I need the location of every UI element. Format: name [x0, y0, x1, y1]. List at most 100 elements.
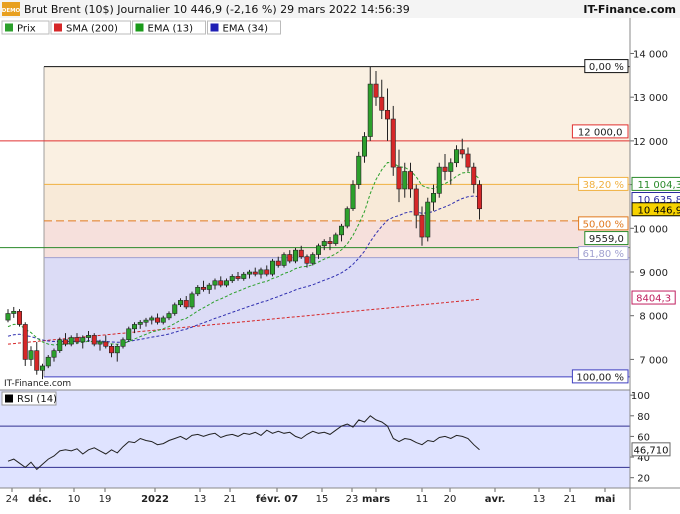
- candle-body: [459, 149, 465, 155]
- x-tick-label: 24: [6, 494, 19, 505]
- x-tick-label: 23: [346, 494, 359, 505]
- value-tag-label: 50,00 %: [583, 219, 624, 230]
- candle-body: [275, 260, 281, 266]
- candle-body: [396, 166, 402, 190]
- legend-label: SMA (200): [66, 24, 118, 35]
- chart-title: Brut Brent (10$) Journalier 10 446,9 (-2…: [24, 3, 410, 16]
- candle-body: [45, 356, 51, 367]
- candle-body: [34, 350, 40, 371]
- price-tick-label: 10 000: [633, 224, 668, 235]
- legend-swatch: [5, 23, 13, 32]
- candle-body: [436, 166, 442, 194]
- legend-swatch: [54, 23, 62, 32]
- candle-body: [321, 241, 327, 247]
- candle-body: [430, 193, 436, 203]
- candle-body: [103, 341, 109, 347]
- candle-body: [137, 321, 143, 325]
- candle-body: [68, 337, 74, 345]
- candle-body: [390, 118, 396, 168]
- x-tick-label: avr.: [485, 494, 506, 505]
- candle-body: [453, 149, 459, 164]
- candle-body: [367, 83, 373, 137]
- rsi-legend-label: RSI (14): [17, 394, 57, 405]
- legend-label: EMA (13): [148, 24, 194, 35]
- fib-zone: [44, 66, 630, 185]
- candle-body: [419, 214, 425, 238]
- x-tick-label: 10: [68, 494, 81, 505]
- candle-body: [74, 337, 80, 343]
- candle-body: [333, 234, 339, 244]
- candle-body: [91, 335, 97, 345]
- chart-svg: DEMO Brut Brent (10$) Journalier 10 446,…: [0, 0, 680, 510]
- value-tag-label: 61,80 %: [583, 249, 624, 260]
- candle-body: [402, 171, 408, 190]
- candle-body: [120, 339, 126, 347]
- candle-body: [350, 184, 356, 209]
- legend-label: Prix: [17, 24, 36, 35]
- candle-body: [304, 256, 310, 264]
- candle-body: [338, 225, 344, 236]
- candle-body: [172, 304, 178, 314]
- candle-body: [281, 254, 287, 266]
- candle-body: [5, 313, 11, 321]
- value-tag-label: 11 004,3: [638, 180, 680, 191]
- candle-body: [224, 280, 230, 286]
- price-tick-label: 14 000: [633, 49, 668, 60]
- candle-body: [39, 365, 45, 371]
- candle-body: [229, 276, 235, 282]
- candle-body: [97, 341, 103, 345]
- candle-body: [11, 311, 17, 314]
- price-tick-label: 12 000: [633, 137, 668, 148]
- candle-body: [413, 188, 419, 216]
- fibonacci-zones: [43, 66, 630, 377]
- legend-label: EMA (34): [223, 24, 269, 35]
- candle-body: [315, 245, 321, 255]
- candle-body: [264, 269, 270, 275]
- legend: Prix SMA (200) EMA (13) EMA (34): [1, 20, 281, 35]
- candle-body: [247, 271, 253, 275]
- x-tick-label: mars: [362, 494, 390, 505]
- chart-window: DEMO Brut Brent (10$) Journalier 10 446,…: [0, 0, 680, 510]
- candle-body: [132, 324, 138, 330]
- candle-body: [28, 350, 34, 360]
- candle-body: [178, 300, 184, 306]
- value-tag-label: 9559,0: [589, 234, 624, 245]
- x-tick-label: 21: [564, 494, 577, 505]
- candle-body: [195, 286, 201, 295]
- rsi-tick-label: 80: [637, 412, 650, 423]
- candle-body: [269, 260, 275, 275]
- candle-body: [206, 284, 212, 290]
- candle-body: [327, 241, 333, 244]
- candle-body: [448, 162, 454, 172]
- rsi-tick-label: 20: [637, 474, 650, 485]
- demo-logo: DEMO: [2, 2, 21, 16]
- x-tick-label: 13: [533, 494, 546, 505]
- value-tag-label: 38,20 %: [583, 180, 624, 191]
- rsi-legend: RSI (14): [1, 391, 57, 406]
- candle-body: [183, 300, 189, 308]
- price-tick-label: 9 000: [639, 268, 668, 279]
- rsi-tick-label: 60: [637, 432, 650, 443]
- candle-body: [425, 201, 431, 238]
- legend-swatch: [210, 23, 219, 32]
- candle-body: [476, 184, 482, 210]
- candle-body: [361, 136, 367, 157]
- candle-body: [201, 286, 207, 290]
- site-name: IT-Finance.com: [583, 3, 676, 16]
- rsi-last-label: 46,710: [634, 445, 669, 456]
- x-tick-label: févr. 07: [256, 493, 298, 505]
- candle-body: [62, 339, 68, 345]
- candle-body: [22, 324, 28, 360]
- candle-body: [218, 280, 224, 286]
- legend-swatch: [135, 23, 144, 32]
- price-tick-label: 13 000: [633, 93, 668, 104]
- candle-body: [16, 311, 22, 325]
- candle-body: [356, 155, 362, 185]
- candle-body: [373, 83, 379, 98]
- candle-body: [166, 313, 172, 319]
- value-tag-label: 8404,3: [636, 294, 671, 305]
- candle-body: [126, 328, 132, 341]
- candle-body: [189, 293, 195, 308]
- candle-body: [252, 271, 258, 275]
- candle-body: [143, 319, 149, 323]
